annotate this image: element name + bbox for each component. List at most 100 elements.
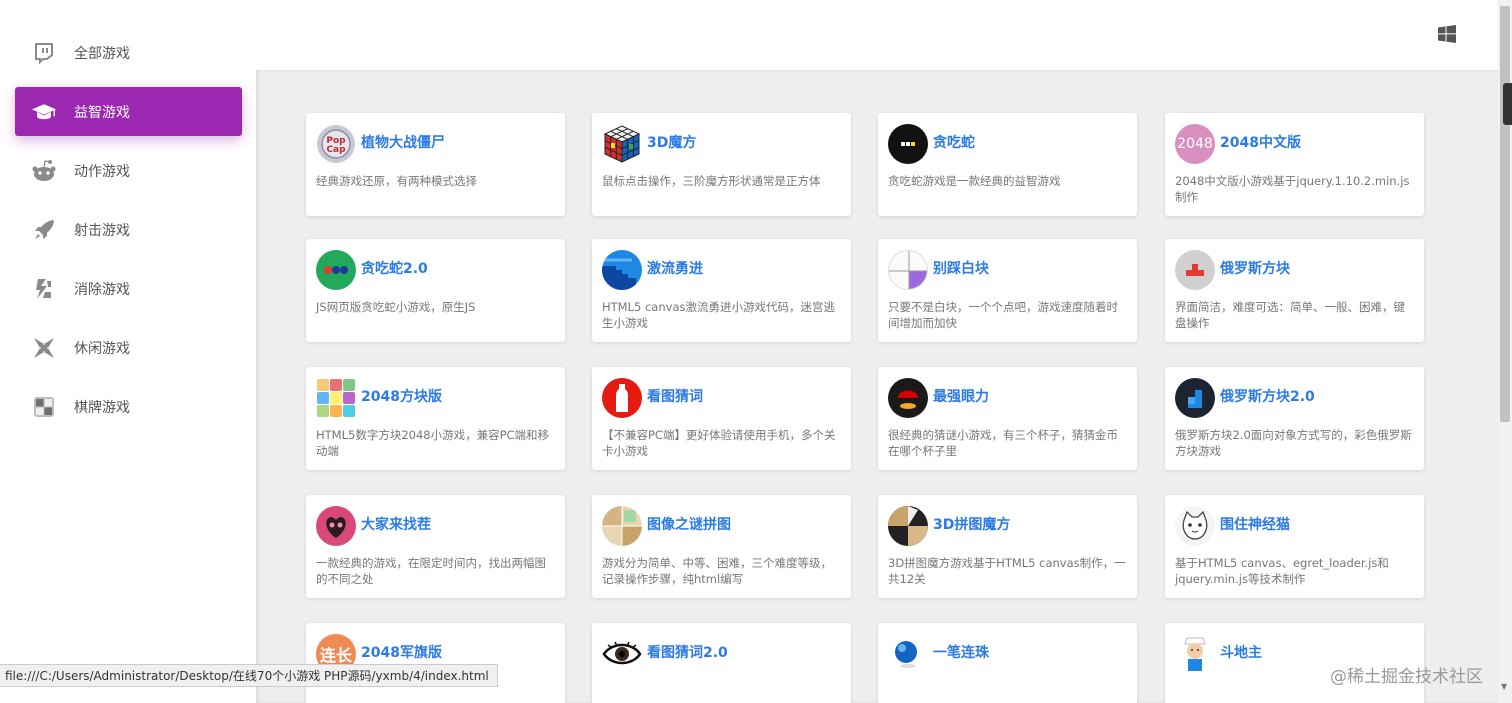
game-title[interactable]: 俄罗斯方块 [1220, 258, 1290, 278]
game-description: HTML5 canvas激流勇进小游戏代码，迷宫逃生小游戏 [602, 300, 835, 330]
game-description: HTML5数字方块2048小游戏，兼容PC端和移动端 [316, 428, 550, 458]
game-card-3d-puzzle-cube[interactable]: 3D拼图魔方 3D拼图魔方游戏基于HTML5 canvas制作，一共12关 [878, 495, 1137, 598]
game-title[interactable]: 3D魔方 [647, 132, 696, 152]
game-title[interactable]: 2048军旗版 [361, 642, 442, 662]
game-thumbnail-tetris-2 [1175, 378, 1215, 418]
rocket-icon [31, 217, 57, 243]
top-bar [256, 0, 1498, 70]
game-thumbnail-image-puzzle [602, 506, 642, 546]
game-description: 2048中文版小游戏基于jquery.1.10.2.min.js制作 [1175, 174, 1410, 204]
game-description: 俄罗斯方块2.0面向对象方式写的，彩色俄罗斯方块游戏 [1175, 428, 1412, 458]
game-title[interactable]: 贪吃蛇 [933, 132, 975, 152]
sidebar: 全部游戏 益智游戏 动作游戏 射击游戏 消除游戏 休闲游戏 棋牌游戏 [0, 0, 256, 703]
game-description: 只要不是白块，一个个点吧，游戏速度随着时间增加而加快 [888, 300, 1118, 330]
game-title[interactable]: 最强眼力 [933, 386, 989, 406]
sidebar-item-label: 全部游戏 [74, 45, 130, 62]
reddit-icon [31, 158, 57, 184]
app-page: 全部游戏 益智游戏 动作游戏 射击游戏 消除游戏 休闲游戏 棋牌游戏 Pop C… [0, 0, 1512, 703]
sidebar-item-label: 益智游戏 [74, 104, 130, 121]
sidebar-item-board-games[interactable]: 棋牌游戏 [15, 382, 242, 431]
scroll-down-arrow-icon[interactable]: ▼ [1501, 682, 1507, 691]
sidebar-item-label: 动作游戏 [74, 163, 130, 180]
game-card-pvz[interactable]: Pop Cap 植物大战僵尸 经典游戏还原，有两种模式选择 [306, 113, 565, 216]
game-thumbnail-tetris [1175, 250, 1215, 290]
game-description: 经典游戏还原，有两种模式选择 [316, 174, 477, 188]
game-thumbnail-white-tiles [888, 250, 928, 290]
game-thumbnail-rapids [602, 250, 642, 290]
game-thumbnail-eye [602, 634, 642, 674]
game-description: 基于HTML5 canvas、egret_loader.js和jquery.mi… [1175, 556, 1389, 586]
sidebar-item-puzzle-games[interactable]: 益智游戏 [15, 87, 242, 136]
game-thumbnail-2048: 2048 [1175, 124, 1215, 164]
sidebar-item-action-games[interactable]: 动作游戏 [15, 146, 242, 195]
game-card-guess-word[interactable]: 看图猜词 【不兼容PC端】更好体验请使用手机，多个关卡小游戏 [592, 367, 851, 470]
game-thumbnail-sharp-eye [888, 378, 928, 418]
game-title[interactable]: 2048中文版 [1220, 132, 1301, 152]
game-card-one-stroke[interactable]: 一笔连珠 [878, 623, 1137, 703]
game-thumbnail-spot-difference [316, 506, 356, 546]
game-title[interactable]: 3D拼图魔方 [933, 514, 1010, 534]
game-title[interactable]: 看图猜词 [647, 386, 703, 406]
game-card-rapids[interactable]: 激流勇进 HTML5 canvas激流勇进小游戏代码，迷宫逃生小游戏 [592, 239, 851, 342]
game-card-3d-cube[interactable]: 3D魔方 鼠标点击操作，三阶魔方形状通常是正方体 [592, 113, 851, 216]
game-card-guess-word-2[interactable]: 看图猜词2.0 [592, 623, 851, 703]
game-thumbnail-snake-2 [316, 250, 356, 290]
sidebar-item-shooting-games[interactable]: 射击游戏 [15, 205, 242, 254]
game-description: JS网页版贪吃蛇小游戏，原生JS [316, 300, 476, 314]
game-description: 一款经典的游戏，在限定时间内，找出两幅图的不同之处 [316, 556, 546, 586]
status-bar-url: file:///C:/Users/Administrator/Desktop/在… [0, 664, 498, 687]
sidebar-item-label: 射击游戏 [74, 222, 130, 239]
game-thumbnail-pvz: Pop Cap [316, 124, 356, 164]
game-thumbnail-3d-puzzle-cube [888, 506, 928, 546]
game-title[interactable]: 2048方块版 [361, 386, 442, 406]
game-card-tetris[interactable]: 俄罗斯方块 界面简洁，难度可选：简单、一般、困难，键盘操作 [1165, 239, 1424, 342]
game-card-dont-tap-white[interactable]: 别踩白块 只要不是白块，一个个点吧，游戏速度随着时间增加而加快 [878, 239, 1137, 342]
board-icon [31, 394, 57, 420]
game-title[interactable]: 斗地主 [1220, 642, 1262, 662]
game-title[interactable]: 看图猜词2.0 [647, 642, 728, 662]
game-card-2048-army[interactable]: 连长 2048军旗版 [306, 623, 565, 703]
watermark: @稀土掘金技术社区 [1330, 667, 1483, 687]
scrollbar-thumb[interactable] [1500, 6, 1510, 422]
twitch-icon [31, 40, 57, 66]
sidebar-item-label: 休闲游戏 [74, 340, 130, 357]
game-title[interactable]: 别踩白块 [933, 258, 989, 278]
game-title[interactable]: 激流勇进 [647, 258, 703, 278]
sidebar-item-match-games[interactable]: 消除游戏 [15, 264, 242, 313]
game-thumbnail-2048-blocks [316, 378, 356, 418]
layers-icon [31, 276, 57, 302]
game-thumbnail-guess-word [602, 378, 642, 418]
game-card-tetris-2[interactable]: 俄罗斯方块2.0 俄罗斯方块2.0面向对象方式写的，彩色俄罗斯方块游戏 [1165, 367, 1424, 470]
game-thumbnail-cat [1175, 506, 1215, 546]
windows-icon[interactable] [1438, 25, 1456, 43]
game-description: 很经典的猜谜小游戏，有三个杯子，猜猜金币在哪个杯子里 [888, 428, 1118, 458]
game-description: 游戏分为简单、中等、困难，三个难度等级，记录操作步骤，纯html编写 [602, 556, 832, 586]
game-card-spot-difference[interactable]: 大家来找茬 一款经典的游戏，在限定时间内，找出两幅图的不同之处 [306, 495, 565, 598]
game-card-snake-2[interactable]: 贪吃蛇2.0 JS网页版贪吃蛇小游戏，原生JS [306, 239, 565, 342]
sidebar-item-casual-games[interactable]: 休闲游戏 [15, 323, 242, 372]
game-title[interactable]: 图像之谜拼图 [647, 514, 731, 534]
game-card-sharp-eye[interactable]: 最强眼力 很经典的猜谜小游戏，有三个杯子，猜猜金币在哪个杯子里 [878, 367, 1137, 470]
sidebar-item-label: 棋牌游戏 [74, 399, 130, 416]
game-thumbnail-landlord [1175, 634, 1215, 674]
graduation-cap-icon [31, 99, 57, 125]
game-title[interactable]: 一笔连珠 [933, 642, 989, 662]
game-title[interactable]: 贪吃蛇2.0 [361, 258, 428, 278]
side-panel-handle[interactable] [1503, 83, 1512, 125]
game-card-2048-cn[interactable]: 2048 2048中文版 2048中文版小游戏基于jquery.1.10.2.m… [1165, 113, 1424, 216]
game-description: 3D拼图魔方游戏基于HTML5 canvas制作，一共12关 [888, 556, 1126, 586]
game-card-catch-cat[interactable]: 围住神经猫 基于HTML5 canvas、egret_loader.js和jqu… [1165, 495, 1424, 598]
game-thumbnail-snake [888, 124, 928, 164]
game-title[interactable]: 俄罗斯方块2.0 [1220, 386, 1315, 406]
game-title[interactable]: 围住神经猫 [1220, 514, 1290, 534]
pinwheel-icon [31, 335, 57, 361]
game-card-snake[interactable]: 贪吃蛇 贪吃蛇游戏是一款经典的益智游戏 [878, 113, 1137, 216]
game-title[interactable]: 大家来找茬 [361, 514, 431, 534]
game-thumbnail-bead [888, 634, 928, 674]
game-card-2048-block[interactable]: 2048方块版 HTML5数字方块2048小游戏，兼容PC端和移动端 [306, 367, 565, 470]
sidebar-item-all-games[interactable]: 全部游戏 [15, 28, 242, 77]
game-description: 【不兼容PC端】更好体验请使用手机，多个关卡小游戏 [602, 428, 836, 458]
svg-text:Cap: Cap [326, 145, 346, 155]
game-title[interactable]: 植物大战僵尸 [361, 132, 445, 152]
game-card-image-puzzle[interactable]: 图像之谜拼图 游戏分为简单、中等、困难，三个难度等级，记录操作步骤，纯html编… [592, 495, 851, 598]
